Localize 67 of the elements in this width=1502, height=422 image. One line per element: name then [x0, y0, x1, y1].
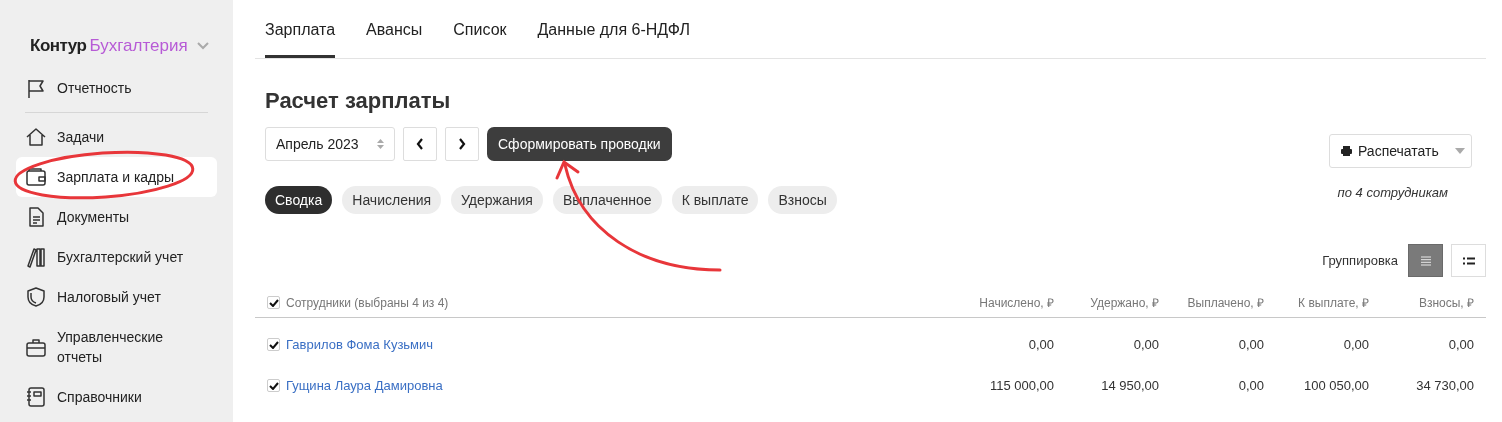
sidebar-item[interactable]: Отчетность	[16, 68, 217, 108]
previous-button[interactable]	[403, 127, 437, 161]
table-cell-text: 0,00	[1237, 376, 1264, 395]
caret-down-icon	[1454, 148, 1465, 154]
employee-link[interactable]: Гущина Лаура Дамировна	[286, 375, 949, 396]
column-header: К выплате, ₽	[1297, 294, 1369, 312]
generate-entries-button[interactable]: Сформировать проводки	[487, 127, 672, 161]
table-cell-text: 14 950,00	[1100, 376, 1159, 395]
column-header: Сотрудники (выбраны 4 из 4)	[286, 294, 450, 312]
table-cell-text: 0,00	[1342, 335, 1369, 354]
table-cell-text: 0,00	[1132, 335, 1159, 354]
chevron-right-icon	[458, 138, 466, 150]
table-cell-text: 100 050,00	[1302, 376, 1369, 395]
sort-arrows-icon	[377, 139, 384, 149]
employee-link[interactable]: Гаврилов Фома Кузьмич	[286, 334, 949, 355]
filter-tab[interactable]: Начисления	[342, 186, 442, 214]
list-icon	[1420, 255, 1431, 266]
grouping-option-button[interactable]	[1408, 244, 1443, 277]
page-title: Расчет зарплаты	[265, 87, 452, 115]
print-button[interactable]: Распечатать	[1329, 134, 1472, 168]
briefcase-icon	[26, 336, 47, 358]
table-cell-text: 0,00	[1237, 335, 1264, 354]
books-icon	[26, 246, 47, 268]
checkmark-icon	[268, 298, 279, 307]
sidebar-item[interactable]: Бухгалтерский учет	[16, 237, 217, 277]
sidebar-item[interactable]: Зарплата и кадры	[16, 157, 217, 197]
checkbox[interactable]	[267, 338, 280, 351]
table-cell-text: 0,00	[1447, 335, 1474, 354]
notebook-icon	[26, 386, 47, 408]
next-button[interactable]	[445, 127, 479, 161]
product-name: Бухгалтерия	[89, 35, 188, 58]
shield-icon	[26, 286, 47, 308]
column-header: Выплачено, ₽	[1186, 294, 1264, 312]
filter-tab[interactable]: Удержания	[451, 186, 543, 214]
column-header: Начислено, ₽	[978, 294, 1054, 312]
brand-name: Контур	[30, 35, 87, 58]
filter-tab[interactable]: К выплате	[671, 186, 759, 214]
checkbox[interactable]	[267, 379, 280, 392]
tab[interactable]: Список	[453, 18, 507, 58]
checkmark-icon	[268, 340, 279, 349]
tab[interactable]: Авансы	[366, 18, 423, 58]
sidebar-item[interactable]: Документы	[16, 197, 217, 237]
sidebar-item[interactable]: Задачи	[16, 117, 217, 157]
wallet-icon	[26, 166, 47, 188]
printer-icon	[1341, 146, 1352, 156]
sidebar-item[interactable]: Справочники	[16, 377, 217, 417]
sidebar-item[interactable]: Управленческие отчеты	[16, 317, 217, 377]
table-cell-text: 0,00	[1027, 335, 1054, 354]
sidebar-item[interactable]: Налоговый учет	[16, 277, 217, 317]
tab[interactable]: Зарплата	[265, 18, 336, 58]
table-cell-text: 115 000,00	[988, 376, 1054, 395]
checkmark-icon	[268, 381, 279, 390]
table-cell-text: 34 730,00	[1415, 376, 1474, 395]
checkbox[interactable]	[267, 296, 280, 309]
flag-icon	[26, 77, 47, 99]
house-icon	[26, 126, 47, 148]
chevron-left-icon	[416, 138, 424, 150]
indented-list-icon	[1462, 256, 1475, 265]
column-header: Взносы, ₽	[1417, 294, 1474, 312]
filter-tab[interactable]: Сводка	[265, 186, 333, 214]
print-note: по 4 сотрудникам	[1337, 184, 1448, 202]
column-header: Удержано, ₽	[1089, 294, 1159, 312]
filter-tab[interactable]: Взносы	[768, 186, 837, 214]
document-icon	[26, 206, 47, 228]
tab[interactable]: Данные для 6-НДФЛ	[537, 18, 690, 58]
grouping-label: Группировка	[1322, 251, 1398, 270]
period-select[interactable]: Апрель 2023	[265, 127, 395, 161]
